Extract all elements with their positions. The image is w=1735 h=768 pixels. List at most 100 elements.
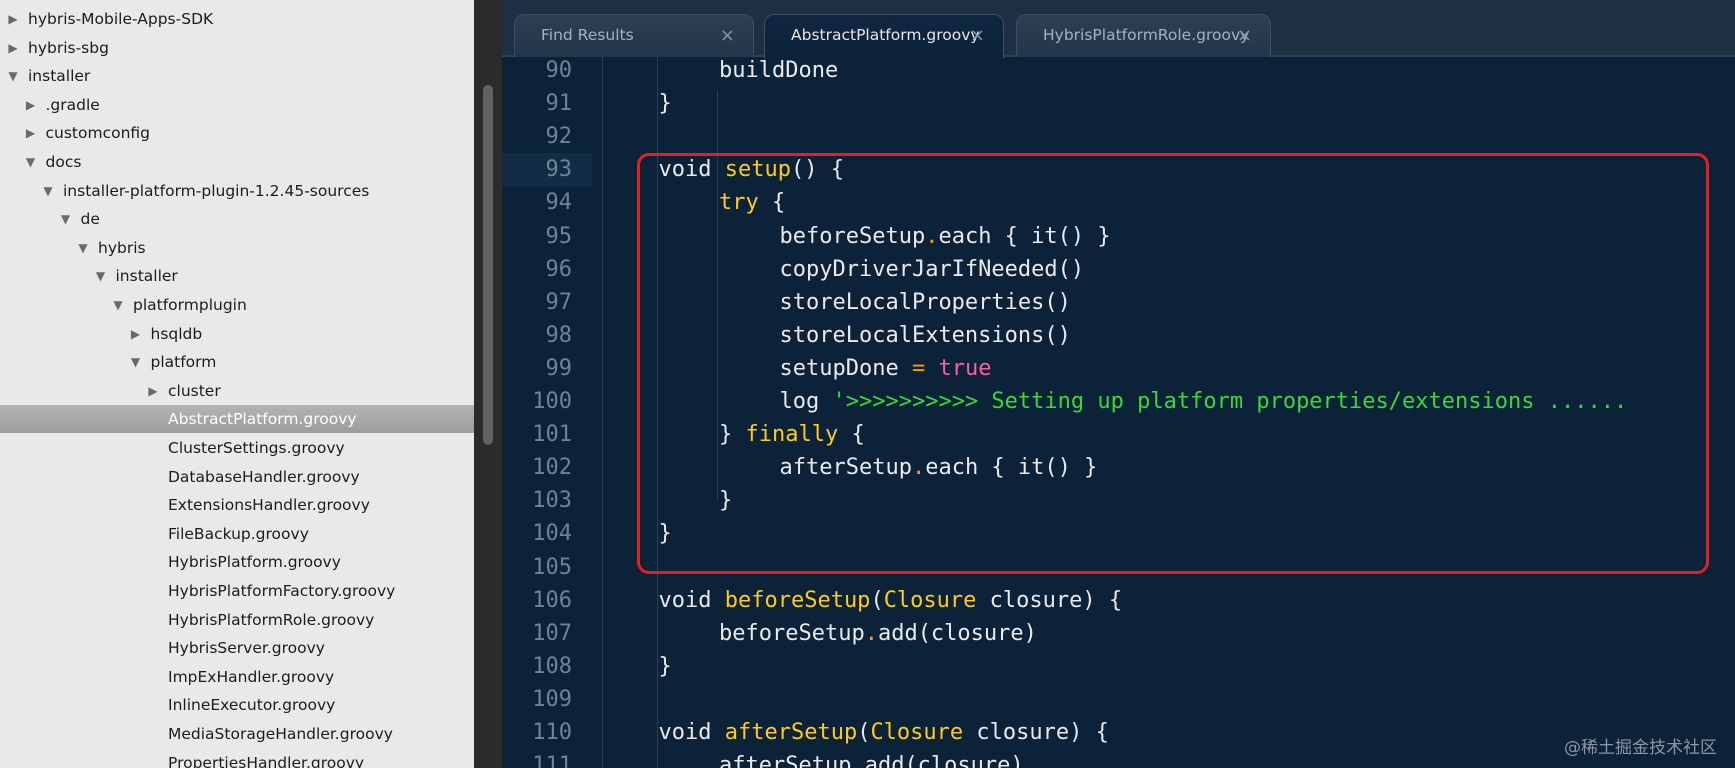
tree-expanded-arrow-icon[interactable]: ▼	[6, 62, 20, 90]
tree-item[interactable]: ▶ cluster	[0, 377, 474, 405]
tree-item-label: HybrisPlatformRole.groovy	[168, 610, 375, 629]
tree-collapsed-arrow-icon[interactable]: ▶	[24, 91, 38, 119]
tree-item-label: HybrisPlatformFactory.groovy	[168, 582, 396, 600]
code-token: add(closure)	[864, 753, 1024, 768]
tree-collapsed-arrow-icon[interactable]: ▶	[24, 119, 38, 147]
tree-item-label: .gradle	[45, 95, 100, 114]
tree-item[interactable]: ExtensionsHandler.groovy	[0, 491, 474, 519]
code-token: closure) {	[963, 720, 1109, 745]
tree-item-label: HybrisPlatform.groovy	[168, 553, 341, 572]
code-token: add(closure)	[877, 620, 1037, 646]
watermark: @稀土掘金技术社区	[1564, 738, 1717, 758]
code-token: Closure	[870, 720, 964, 745]
tree-item-label: DatabaseHandler.groovy	[168, 467, 360, 486]
tree-item-label: hybris-Mobile-Apps-SDK	[28, 10, 214, 28]
sidebar-scrollbar-thumb[interactable]	[483, 85, 493, 445]
tree-item-label: ClusterSettings.groovy	[168, 439, 345, 457]
tab-label: AbstractPlatform.groovy	[791, 26, 980, 44]
tree-item-label: hsqldb	[150, 324, 203, 343]
tree-item[interactable]: HybrisPlatform.groovy	[0, 548, 474, 576]
code-token: .	[851, 753, 865, 768]
tree-item[interactable]: ▶ customconfig	[0, 119, 474, 147]
tree-item[interactable]: HybrisPlatformFactory.groovy	[0, 577, 474, 605]
tree-item-label: docs	[45, 153, 82, 171]
code-token: }	[658, 91, 672, 117]
code-token: (	[857, 720, 871, 745]
tree-item[interactable]: ▼ installer	[0, 62, 474, 90]
tab-find-results[interactable]: Find Results ×	[514, 14, 754, 57]
tab-close-icon[interactable]: ×	[1237, 25, 1252, 46]
tree-item[interactable]: ImpExHandler.groovy	[0, 663, 474, 691]
code-token: beforeSetup	[719, 620, 865, 646]
tree-item[interactable]: PropertiesHandler.groovy	[0, 749, 474, 768]
code-token: beforeSetup	[724, 587, 871, 613]
tree-expanded-arrow-icon[interactable]: ▼	[24, 148, 38, 176]
code-token: void	[658, 587, 725, 613]
tree-item[interactable]: ▼ hybris	[0, 234, 474, 262]
tree-item[interactable]: ▼ platformplugin	[0, 291, 474, 319]
tab-abstractplatform-groovy[interactable]: AbstractPlatform.groovy ×	[764, 14, 1004, 59]
tree-item-label: MediaStorageHandler.groovy	[168, 725, 393, 743]
tree-item-label: cluster	[168, 381, 221, 400]
tree-item[interactable]: MediaStorageHandler.groovy	[0, 720, 474, 748]
tree-item-label: ExtensionsHandler.groovy	[168, 496, 370, 515]
tree-item-label: PropertiesHandler.groovy	[168, 753, 365, 768]
tree-item-label: de	[80, 210, 100, 229]
code-token: closure) {	[976, 587, 1123, 613]
code-token: .	[864, 620, 878, 646]
tab-hybrisplatformrole-groovy[interactable]: HybrisPlatformRole.groovy ×	[1016, 14, 1271, 57]
tree-item[interactable]: ClusterSettings.groovy	[0, 434, 474, 462]
tab-close-icon[interactable]: ×	[970, 25, 985, 46]
tree-item-label: AbstractPlatform.groovy	[168, 410, 357, 429]
tab-bar: Find Results × AbstractPlatform.groovy × Hyb…	[502, 0, 1735, 59]
tree-expanded-arrow-icon[interactable]: ▼	[41, 177, 55, 205]
tree-item[interactable]: InlineExecutor.groovy	[0, 691, 474, 719]
code-token: buildDone	[719, 58, 839, 83]
code-line[interactable]: }	[659, 87, 672, 120]
tree-item[interactable]: ▼ installer	[0, 262, 474, 290]
tree-item[interactable]: ▼ docs	[0, 148, 474, 176]
tree-item-label: platform	[150, 353, 217, 372]
tree-item[interactable]: ▶ .gradle	[0, 91, 474, 119]
tree-collapsed-arrow-icon[interactable]: ▶	[129, 320, 143, 348]
tree-item[interactable]: ▼ platform	[0, 348, 474, 376]
tree-item[interactable]: HybrisServer.groovy	[0, 634, 474, 662]
tree-item[interactable]: ▼ de	[0, 205, 474, 233]
annotation-highlight-box	[637, 153, 1709, 574]
indent-guide	[602, 57, 603, 768]
tree-expanded-arrow-icon[interactable]: ▼	[129, 348, 143, 376]
tree-item-label: customconfig	[45, 124, 151, 143]
tree-item[interactable]: ▶ hybris-sbg	[0, 34, 474, 62]
tree-item[interactable]: ▼ installer-platform-plugin-1.2.45-source…	[0, 177, 474, 205]
tab-close-icon[interactable]: ×	[720, 25, 735, 46]
tree-item[interactable]: ▶ hsqldb	[0, 320, 474, 348]
tree-item[interactable]: DatabaseHandler.groovy	[0, 463, 474, 491]
tree-item[interactable]: FileBackup.groovy	[0, 520, 474, 548]
tree-item-label: HybrisServer.groovy	[168, 639, 325, 658]
tree-collapsed-arrow-icon[interactable]: ▶	[6, 5, 20, 33]
code-line[interactable]: beforeSetup.add(closure)	[719, 617, 1037, 650]
code-token: (	[870, 587, 884, 613]
tree-expanded-arrow-icon[interactable]: ▼	[111, 291, 125, 319]
tree-expanded-arrow-icon[interactable]: ▼	[94, 262, 108, 290]
code-line[interactable]: void beforeSetup(Closure closure) {	[659, 584, 1123, 617]
code-line[interactable]: void afterSetup(Closure closure) {	[659, 716, 1109, 749]
tree-item[interactable]: ▶ hybris-Mobile-Apps-SDK	[0, 5, 474, 33]
project-sidebar: ▶ hybris-Mobile-Apps-SDK ▶ hybris-sbg ▼ insta…	[0, 0, 474, 768]
tab-label: Find Results	[541, 26, 634, 44]
tree-expanded-arrow-icon[interactable]: ▼	[76, 234, 90, 262]
tree-item-label: platformplugin	[133, 296, 247, 314]
code-line[interactable]: afterSetup.add(closure)	[719, 749, 1024, 768]
tree-item-label: installer	[115, 267, 178, 286]
tree-item-label: hybris-sbg	[28, 38, 109, 57]
tree-item[interactable]: AbstractPlatform.groovy	[0, 405, 474, 434]
tree-item-label: ImpExHandler.groovy	[168, 667, 335, 686]
code-token: void	[658, 720, 725, 745]
code-line[interactable]: buildDone	[719, 54, 838, 87]
tree-item[interactable]: HybrisPlatformRole.groovy	[0, 606, 474, 634]
tree-expanded-arrow-icon[interactable]: ▼	[59, 205, 73, 233]
code-line[interactable]: }	[659, 650, 672, 683]
code-token: afterSetup	[724, 720, 858, 745]
tree-collapsed-arrow-icon[interactable]: ▶	[6, 34, 20, 62]
tree-collapsed-arrow-icon[interactable]: ▶	[146, 377, 160, 405]
